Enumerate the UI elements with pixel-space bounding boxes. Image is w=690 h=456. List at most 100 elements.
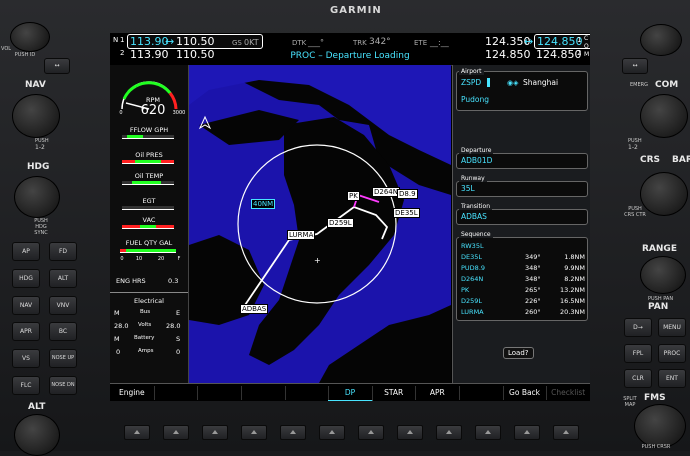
vs-button[interactable]: VS: [12, 349, 40, 368]
range-knob[interactable]: [640, 256, 686, 294]
map-overlay: +: [198, 115, 397, 312]
alt-mode-button[interactable]: ALT: [49, 269, 77, 288]
emerg-knob[interactable]: [640, 24, 682, 56]
bezel-softkey-button[interactable]: [397, 425, 423, 440]
direct-to-button[interactable]: D→: [624, 318, 652, 337]
hdg-mode-button[interactable]: HDG: [12, 269, 40, 288]
transition-value[interactable]: ADBAS: [461, 212, 487, 221]
softkey-blank-2[interactable]: [197, 386, 242, 400]
com-side-c: C: [584, 35, 589, 42]
com-swap-button[interactable]: ↔: [622, 58, 648, 74]
apr-mode-button[interactable]: APR: [12, 322, 40, 341]
airport-name: Pudong: [461, 95, 490, 104]
crs-baro-knob[interactable]: [640, 172, 688, 216]
nav-mode-button[interactable]: NAV: [12, 296, 40, 315]
softkey-go-back[interactable]: Go Back: [503, 386, 548, 400]
nav1-standby-freq[interactable]: 110.50: [176, 35, 215, 48]
push-id-label: PUSH ID: [14, 52, 36, 58]
fms-knob[interactable]: [634, 404, 686, 448]
menu-button[interactable]: MENU: [658, 318, 686, 337]
fpl-button[interactable]: FPL: [624, 344, 652, 363]
vac-bar: [122, 225, 174, 229]
fuel-qty-bar: [120, 249, 176, 253]
com1-num: 1: [577, 36, 582, 44]
wpt-label-d8-9[interactable]: D8.9: [397, 189, 418, 199]
sequence-distance: 20.3NM: [560, 308, 585, 316]
bezel-softkey-button[interactable]: [553, 425, 579, 440]
softkey-blank-8[interactable]: [459, 386, 504, 400]
bezel-softkey-button[interactable]: [514, 425, 540, 440]
nav-swap-button[interactable]: ↔: [44, 58, 70, 74]
nose-up-button[interactable]: NOSE UP: [49, 349, 77, 368]
fd-button[interactable]: FD: [49, 242, 77, 261]
wpt-label-d259l[interactable]: D259L: [327, 218, 354, 228]
softkey-blank-4[interactable]: [285, 386, 330, 400]
nav2-num: 2: [120, 49, 125, 57]
volts-label: Volts: [138, 322, 152, 328]
runway-box[interactable]: 35L: [456, 181, 588, 197]
bezel-softkey-button[interactable]: [436, 425, 462, 440]
airport-box[interactable]: ZSPD ◉◈ Shanghai Pudong: [456, 71, 588, 111]
moving-map[interactable]: + 40NM PK D264N D8.9 DE35L D259L LURMA A…: [189, 65, 451, 383]
nose-dn-button[interactable]: NOSE DN: [49, 376, 77, 395]
up-triangle-icon: [407, 430, 413, 434]
elec-bus-label: Bus: [140, 309, 151, 315]
electrical-label: Electrical: [134, 297, 164, 305]
dtk-value: ___°: [308, 38, 324, 47]
proc-button[interactable]: PROC: [658, 344, 686, 363]
bezel-softkey-button[interactable]: [319, 425, 345, 440]
alt-knob[interactable]: [14, 414, 60, 456]
clr-button[interactable]: CLR: [624, 369, 652, 388]
softkey-apr[interactable]: APR: [415, 386, 461, 400]
ent-button[interactable]: ENT: [658, 369, 686, 388]
runway-value[interactable]: 35L: [461, 184, 475, 193]
nav-knob[interactable]: [12, 94, 60, 138]
com1-standby-freq[interactable]: 124.850: [534, 34, 590, 49]
transition-box[interactable]: ADBAS: [456, 209, 588, 225]
softkey-dp[interactable]: DP: [328, 386, 373, 401]
softkey-checklist[interactable]: Checklist: [546, 386, 590, 400]
nav1-num: 1: [120, 36, 125, 44]
fflow-label: FFLOW GPH: [129, 126, 169, 134]
sequence-distance: 9.9NM: [564, 264, 585, 272]
wpt-label-pk[interactable]: PK: [347, 191, 360, 201]
airport-ident[interactable]: ZSPD: [461, 78, 481, 87]
com2-active-freq[interactable]: 124.850: [485, 48, 531, 61]
bezel-softkey-button[interactable]: [124, 425, 150, 440]
softkey-blank-3[interactable]: [241, 386, 286, 400]
bezel-softkey-button[interactable]: [202, 425, 228, 440]
wpt-label-d264n[interactable]: D264N: [372, 187, 400, 197]
top-status-bar: N 1 2 113.90 ↔ 110.50 113.90 110.50 GS 0…: [110, 33, 590, 66]
hdg-sync-label: PUSH HDG SYNC: [34, 218, 48, 236]
emerg-label: EMERG: [630, 82, 648, 88]
bc-button[interactable]: BC: [49, 322, 77, 341]
ap-button[interactable]: AP: [12, 242, 40, 261]
com-knob[interactable]: [640, 94, 688, 138]
amps-s-value: 0: [176, 348, 181, 356]
departure-box[interactable]: ADB01D: [456, 153, 588, 169]
volume-knob[interactable]: [10, 22, 50, 52]
vnv-button[interactable]: VNV: [49, 296, 77, 315]
softkey-star[interactable]: STAR: [372, 386, 417, 400]
departure-value[interactable]: ADB01D: [461, 156, 492, 165]
bezel-softkey-button[interactable]: [163, 425, 189, 440]
bezel-softkey-button[interactable]: [358, 425, 384, 440]
alt-knob-label: ALT: [28, 402, 46, 412]
flc-button[interactable]: FLC: [12, 376, 40, 395]
com2-standby-freq[interactable]: 124.850: [536, 48, 582, 61]
nav2-active-freq[interactable]: 113.90: [130, 48, 169, 61]
wpt-label-de35l[interactable]: DE35L: [393, 208, 420, 218]
softkey-blank-1[interactable]: [154, 386, 199, 400]
nav2-standby-freq[interactable]: 110.50: [176, 48, 215, 61]
wpt-label-lurma[interactable]: LURMA: [287, 230, 316, 240]
bezel-softkey-button[interactable]: [241, 425, 267, 440]
crs-label: CRS: [640, 155, 661, 165]
softkey-engine[interactable]: Engine: [110, 386, 155, 400]
wpt-label-adbas[interactable]: ADBAS: [240, 304, 269, 314]
hdg-label: HDG: [27, 162, 50, 172]
bezel-softkey-button[interactable]: [280, 425, 306, 440]
hdg-knob[interactable]: [14, 176, 60, 218]
bezel-softkey-button[interactable]: [475, 425, 501, 440]
load-button[interactable]: Load?: [503, 347, 534, 359]
sequence-course: 349°: [525, 253, 541, 261]
